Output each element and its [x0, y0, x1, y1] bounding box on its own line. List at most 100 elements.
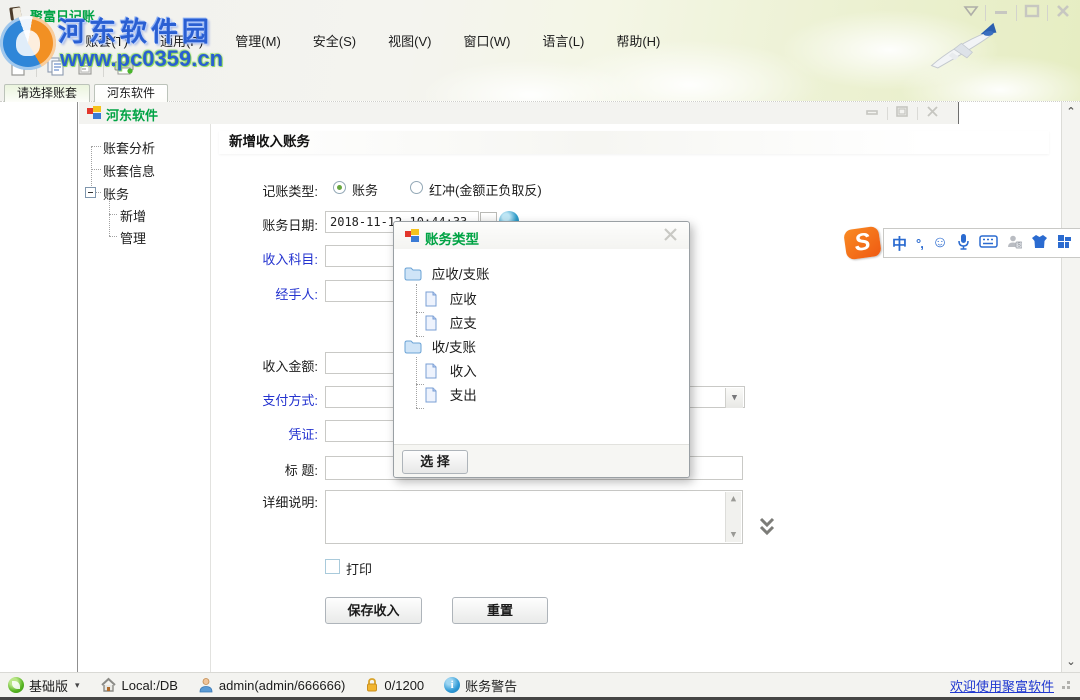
account-type-dialog: 账务类型 应收/支账 应收 应支 收/支账 收入 — [393, 221, 690, 478]
tree-item-manage[interactable]: 管理 — [120, 228, 146, 247]
detail-textarea[interactable]: ▲▼ — [325, 490, 743, 544]
skin-shirt-icon[interactable] — [1031, 234, 1048, 252]
minimize-button[interactable] — [992, 4, 1010, 21]
child-restore-button[interactable] — [895, 105, 910, 121]
subwindow-title-band — [79, 102, 958, 124]
home-icon — [100, 677, 117, 693]
dialog-tree-folder-receivable[interactable]: 应收/支账 — [404, 263, 490, 283]
subwindow-icon — [86, 105, 102, 123]
scroll-up-icon[interactable]: ⌃ — [1062, 102, 1080, 122]
scroll-up-icon[interactable]: ▲ — [731, 494, 736, 504]
menu-account-set[interactable]: 账套(T) — [81, 29, 132, 52]
document-icon — [424, 387, 438, 403]
dialog-tree-item-expense[interactable]: 支出 — [424, 384, 477, 404]
save-income-button[interactable]: 保存收入 — [325, 597, 422, 624]
pin-dropdown-icon[interactable] — [963, 5, 979, 20]
dialog-tree-folder-income-expense[interactable]: 收/支账 — [404, 336, 476, 356]
menu-manage[interactable]: 管理(M) — [231, 29, 285, 52]
vertical-scrollbar[interactable]: ⌃ ⌄ — [1061, 102, 1080, 672]
ime-chinese-mode-icon[interactable]: 中 — [892, 233, 907, 254]
title-label: 标 题: — [212, 460, 318, 479]
menu-window[interactable]: 窗口(W) — [459, 29, 514, 52]
user-tool-icon[interactable]: S — [1007, 234, 1022, 252]
chevron-down-icon[interactable]: ▼ — [725, 388, 743, 408]
new-document-icon[interactable] — [8, 55, 28, 80]
handler-label[interactable]: 经手人: — [212, 284, 318, 303]
expand-more-icon[interactable] — [757, 516, 777, 541]
tree-item-account-info[interactable]: 账套信息 — [103, 161, 155, 180]
radio-normal-label[interactable]: 账务 — [352, 180, 378, 199]
tree-connector — [109, 236, 117, 237]
separator — [917, 107, 918, 120]
separator — [887, 107, 888, 120]
radio-red-reverse-label[interactable]: 红冲(金额正负取反) — [429, 180, 542, 199]
edition-icon — [8, 677, 24, 693]
menu-help[interactable]: 帮助(H) — [612, 29, 664, 52]
collapse-expander-icon[interactable] — [85, 187, 96, 198]
child-minimize-button[interactable] — [865, 105, 880, 121]
maximize-button[interactable] — [1023, 4, 1041, 21]
payment-label[interactable]: 支付方式: — [212, 390, 318, 409]
scroll-down-icon[interactable]: ⌄ — [1062, 652, 1080, 672]
select-button[interactable]: 选 择 — [402, 450, 468, 474]
menu-grid-icon[interactable] — [1057, 234, 1072, 252]
tab-select-account-set[interactable]: 请选择账套 — [4, 84, 90, 102]
dialog-icon — [404, 228, 420, 246]
menu-security[interactable]: 安全(S) — [309, 29, 360, 52]
menu-start[interactable]: 开始(B) — [6, 29, 57, 52]
income-subject-label[interactable]: 收入科目: — [212, 249, 318, 268]
form-title: 新增收入账务 — [219, 131, 1049, 154]
welcome-link[interactable]: 欢迎使用聚富软件 — [950, 676, 1054, 695]
tree-item-add-new[interactable]: 新增 — [120, 206, 146, 225]
microphone-icon[interactable] — [957, 233, 970, 253]
tab-hedong-software[interactable]: 河东软件 — [94, 84, 168, 102]
radio-red-reverse[interactable] — [410, 181, 423, 194]
print-label[interactable]: 打印 — [346, 559, 372, 578]
copy-icon[interactable] — [45, 55, 67, 80]
textarea-scrollbar[interactable]: ▲▼ — [725, 492, 741, 542]
warning-status[interactable]: i 账务警告 — [444, 676, 517, 695]
edition-label: 基础版 — [29, 676, 68, 695]
emoji-icon[interactable]: ☺ — [932, 235, 948, 251]
tree-connector — [91, 146, 101, 147]
left-panel — [0, 102, 78, 672]
tree-item-accounting[interactable]: 账务 — [103, 184, 129, 203]
dialog-title-bar[interactable]: 账务类型 — [394, 222, 689, 249]
user-status: admin(admin/666666) — [198, 677, 345, 693]
dialog-close-icon[interactable] — [662, 227, 679, 245]
print-icon[interactable] — [112, 55, 136, 80]
tree-connector — [416, 284, 417, 336]
menu-language[interactable]: 语言(L) — [538, 29, 588, 52]
dialog-tree-item-income[interactable]: 收入 — [424, 360, 477, 380]
radio-normal[interactable] — [333, 181, 346, 194]
airplane-image — [922, 20, 1009, 78]
chevron-down-icon: ▾ — [75, 680, 80, 691]
dialog-tree-item-receivable-out[interactable]: 应支 — [424, 312, 477, 332]
scroll-down-icon[interactable]: ▼ — [731, 530, 736, 540]
lock-icon — [365, 677, 379, 693]
edition-selector[interactable]: 基础版 ▾ — [8, 676, 80, 695]
tree-connector — [416, 408, 424, 409]
tree-connector — [416, 357, 417, 408]
database-status: Local:/DB — [100, 677, 178, 693]
reset-button[interactable]: 重置 — [452, 597, 548, 624]
quota-label: 0/1200 — [384, 678, 424, 693]
tree-item-account-analysis[interactable]: 账套分析 — [103, 138, 155, 157]
print-checkbox[interactable] — [325, 559, 340, 574]
menu-view[interactable]: 视图(V) — [384, 29, 435, 52]
warning-label: 账务警告 — [465, 676, 517, 695]
toolbar — [8, 54, 136, 80]
voucher-label[interactable]: 凭证: — [212, 424, 318, 443]
close-button[interactable] — [1054, 4, 1072, 21]
dialog-tree-item-receivable-in[interactable]: 应收 — [424, 288, 477, 308]
ime-punctuation-icon[interactable]: °, — [916, 236, 923, 251]
keyboard-icon[interactable] — [979, 235, 998, 251]
resize-grip[interactable] — [1062, 681, 1070, 689]
paste-icon[interactable] — [75, 55, 95, 80]
child-close-button[interactable] — [925, 105, 940, 121]
app-window: 聚富日记账 开始(B) 账套(T) 通用(P) 管理(M) 安全(S) 视图(V… — [0, 0, 1080, 700]
dialog-footer: 选 择 — [394, 444, 689, 477]
tree-connector — [416, 312, 424, 313]
sogou-logo-icon[interactable]: S — [843, 226, 882, 261]
menu-general[interactable]: 通用(P) — [156, 29, 207, 52]
